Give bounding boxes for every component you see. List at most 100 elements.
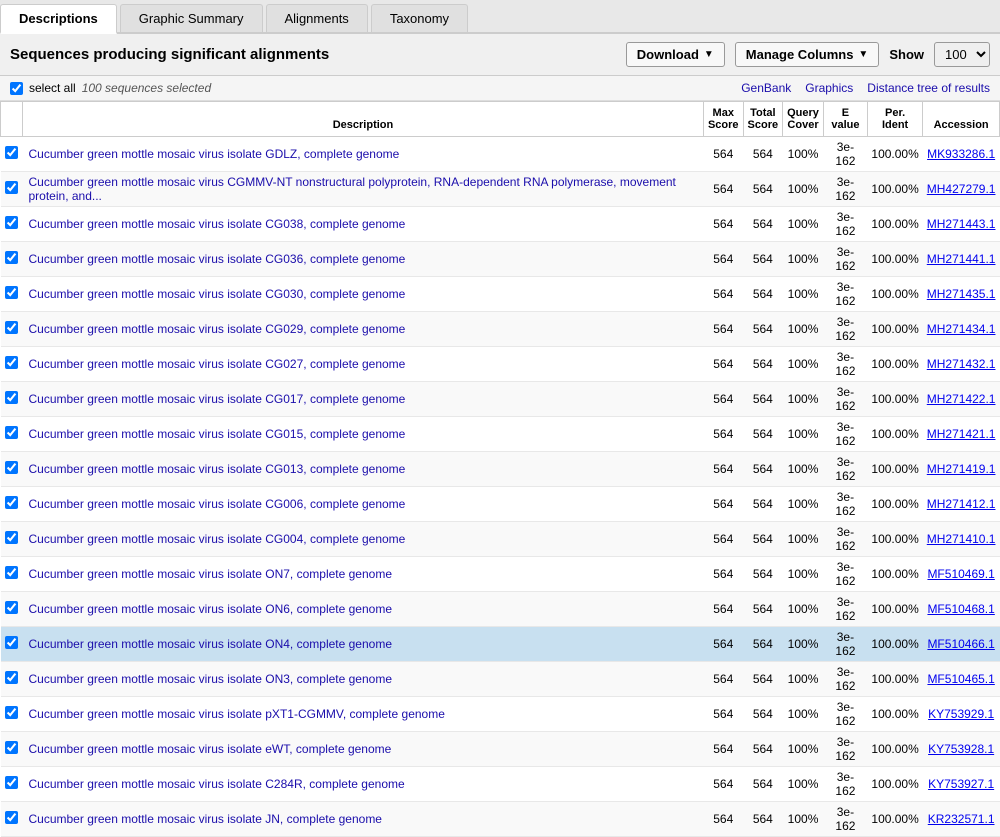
row-checkbox[interactable]	[5, 286, 18, 299]
row-accession: MH271422.1	[923, 382, 1000, 417]
accession-link[interactable]: MF510468.1	[927, 602, 994, 616]
col-header-per-ident: Per.Ident	[867, 102, 922, 137]
row-checkbox[interactable]	[5, 601, 18, 614]
description-link[interactable]: Cucumber green mottle mosaic virus isola…	[29, 287, 406, 301]
accession-link[interactable]: MH271410.1	[927, 532, 996, 546]
row-per-ident: 100.00%	[867, 487, 922, 522]
select-all-label[interactable]: select all	[29, 81, 76, 95]
description-link[interactable]: Cucumber green mottle mosaic virus isola…	[29, 567, 393, 581]
table-row: Cucumber green mottle mosaic virus isola…	[1, 312, 1000, 347]
description-link[interactable]: Cucumber green mottle mosaic virus isola…	[29, 427, 406, 441]
row-checkbox[interactable]	[5, 356, 18, 369]
row-checkbox[interactable]	[5, 706, 18, 719]
genbank-link[interactable]: GenBank	[741, 81, 791, 95]
description-link[interactable]: Cucumber green mottle mosaic virus isola…	[29, 322, 406, 336]
row-description: Cucumber green mottle mosaic virus isola…	[23, 417, 704, 452]
row-checkbox[interactable]	[5, 671, 18, 684]
description-link[interactable]: Cucumber green mottle mosaic virus isola…	[29, 532, 406, 546]
description-link[interactable]: Cucumber green mottle mosaic virus isola…	[29, 497, 406, 511]
description-link[interactable]: Cucumber green mottle mosaic virus isola…	[29, 777, 405, 791]
description-link[interactable]: Cucumber green mottle mosaic virus isola…	[29, 252, 406, 266]
page-header: Sequences producing significant alignmen…	[0, 34, 1000, 76]
row-checkbox[interactable]	[5, 251, 18, 264]
distance-tree-link[interactable]: Distance tree of results	[867, 81, 990, 95]
description-link[interactable]: Cucumber green mottle mosaic virus isola…	[29, 392, 406, 406]
row-description: Cucumber green mottle mosaic virus isola…	[23, 662, 704, 697]
row-accession: MF510465.1	[923, 662, 1000, 697]
tab-alignments[interactable]: Alignments	[266, 4, 368, 32]
accession-link[interactable]: MH271443.1	[927, 217, 996, 231]
manage-columns-arrow-icon: ▼	[858, 49, 868, 60]
row-checkbox[interactable]	[5, 321, 18, 334]
accession-link[interactable]: KY753928.1	[928, 742, 994, 756]
accession-link[interactable]: MH271412.1	[927, 497, 996, 511]
select-all-checkbox[interactable]	[10, 82, 23, 95]
row-query-cover: 100%	[783, 242, 824, 277]
download-button[interactable]: Download ▼	[626, 42, 725, 67]
description-link[interactable]: Cucumber green mottle mosaic virus isola…	[29, 147, 400, 161]
row-total-score: 564	[743, 662, 783, 697]
row-max-score: 564	[703, 417, 743, 452]
description-link[interactable]: Cucumber green mottle mosaic virus isola…	[29, 707, 445, 721]
row-per-ident: 100.00%	[867, 557, 922, 592]
row-query-cover: 100%	[783, 557, 824, 592]
row-total-score: 564	[743, 522, 783, 557]
accession-link[interactable]: MH271432.1	[927, 357, 996, 371]
manage-columns-button[interactable]: Manage Columns ▼	[735, 42, 880, 67]
show-select[interactable]: 100 50 20	[934, 42, 990, 67]
tab-descriptions[interactable]: Descriptions	[0, 4, 117, 34]
description-link[interactable]: Cucumber green mottle mosaic virus isola…	[29, 602, 393, 616]
row-checkbox[interactable]	[5, 566, 18, 579]
row-checkbox[interactable]	[5, 636, 18, 649]
row-e-value: 3e-162	[823, 347, 867, 382]
row-checkbox[interactable]	[5, 181, 18, 194]
accession-link[interactable]: KY753927.1	[928, 777, 994, 791]
row-checkbox[interactable]	[5, 811, 18, 824]
row-per-ident: 100.00%	[867, 312, 922, 347]
accession-link[interactable]: MF510466.1	[927, 637, 994, 651]
row-total-score: 564	[743, 697, 783, 732]
accession-link[interactable]: MH271441.1	[927, 252, 996, 266]
row-checkbox[interactable]	[5, 776, 18, 789]
row-checkbox[interactable]	[5, 461, 18, 474]
row-checkbox[interactable]	[5, 426, 18, 439]
graphics-link[interactable]: Graphics	[805, 81, 853, 95]
row-checkbox[interactable]	[5, 216, 18, 229]
row-checkbox-cell	[1, 557, 23, 592]
accession-link[interactable]: MF510465.1	[927, 672, 994, 686]
description-link[interactable]: Cucumber green mottle mosaic virus isola…	[29, 812, 382, 826]
accession-link[interactable]: MH427279.1	[927, 182, 996, 196]
description-link[interactable]: Cucumber green mottle mosaic virus CGMMV…	[29, 175, 676, 203]
row-max-score: 564	[703, 522, 743, 557]
row-checkbox[interactable]	[5, 391, 18, 404]
accession-link[interactable]: MH271419.1	[927, 462, 996, 476]
description-link[interactable]: Cucumber green mottle mosaic virus isola…	[29, 462, 406, 476]
accession-link[interactable]: MH271422.1	[927, 392, 996, 406]
row-accession: KY753929.1	[923, 697, 1000, 732]
row-checkbox[interactable]	[5, 496, 18, 509]
accession-link[interactable]: KR232571.1	[928, 812, 995, 826]
row-max-score: 564	[703, 697, 743, 732]
accession-link[interactable]: MK933286.1	[927, 147, 995, 161]
accession-link[interactable]: MF510469.1	[927, 567, 994, 581]
accession-link[interactable]: MH271434.1	[927, 322, 996, 336]
row-description: Cucumber green mottle mosaic virus isola…	[23, 277, 704, 312]
description-link[interactable]: Cucumber green mottle mosaic virus isola…	[29, 217, 406, 231]
row-per-ident: 100.00%	[867, 382, 922, 417]
row-description: Cucumber green mottle mosaic virus isola…	[23, 697, 704, 732]
row-checkbox-cell	[1, 347, 23, 382]
accession-link[interactable]: MH271421.1	[927, 427, 996, 441]
tab-taxonomy[interactable]: Taxonomy	[371, 4, 468, 32]
tab-graphic-summary[interactable]: Graphic Summary	[120, 4, 263, 32]
description-link[interactable]: Cucumber green mottle mosaic virus isola…	[29, 742, 392, 756]
description-link[interactable]: Cucumber green mottle mosaic virus isola…	[29, 637, 393, 651]
row-total-score: 564	[743, 487, 783, 522]
description-link[interactable]: Cucumber green mottle mosaic virus isola…	[29, 672, 393, 686]
accession-link[interactable]: KY753929.1	[928, 707, 994, 721]
description-link[interactable]: Cucumber green mottle mosaic virus isola…	[29, 357, 406, 371]
accession-link[interactable]: MH271435.1	[927, 287, 996, 301]
row-checkbox[interactable]	[5, 531, 18, 544]
row-checkbox[interactable]	[5, 146, 18, 159]
row-checkbox[interactable]	[5, 741, 18, 754]
row-checkbox-cell	[1, 172, 23, 207]
